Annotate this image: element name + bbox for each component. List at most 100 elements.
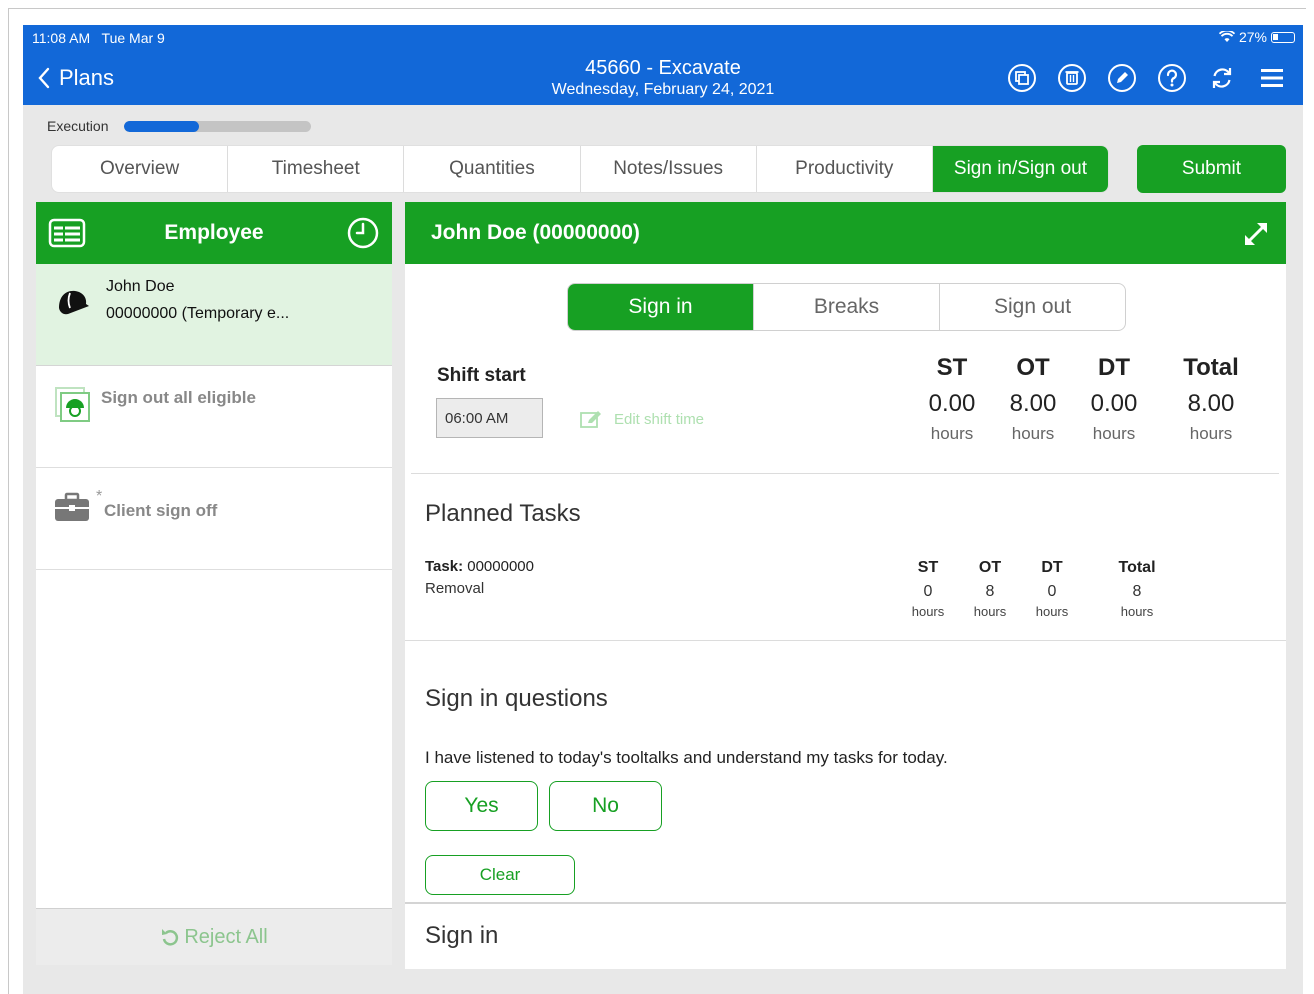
task-ot-label: OT [978, 559, 1002, 576]
task-dt-label: DT [1041, 559, 1063, 576]
hours-st-label: ST [936, 354, 968, 381]
tab-bar: Overview Timesheet Quantities Notes/Issu… [51, 145, 1109, 193]
expand-icon[interactable] [1240, 218, 1272, 250]
task-hours-dt: DT 0 hours [1022, 559, 1082, 619]
hours-dt: DT 0.00 hours [1084, 354, 1144, 444]
employee-panel-title: Employee [164, 221, 264, 244]
hours-st: ST 0.00 hours [922, 354, 982, 444]
battery-percent: 27% [1238, 29, 1267, 45]
clock-icon[interactable] [346, 216, 380, 250]
section-divider [405, 640, 1286, 641]
status-indicators: 27% [1218, 29, 1295, 45]
hard-hat-icon [59, 290, 89, 315]
task-dt-unit: hours [1035, 604, 1069, 619]
employee-panel-header: Employee [36, 202, 392, 264]
section-divider [411, 473, 1279, 474]
hours-st-unit: hours [930, 424, 974, 443]
date-text: Tue Mar 9 [101, 30, 165, 46]
task-st-value: 0 [923, 583, 933, 600]
sign-in-detail-panel: John Doe (00000000) Sign in Breaks Sign … [405, 202, 1286, 969]
task-total-value: 8 [1132, 583, 1142, 600]
employee-list-item[interactable]: John Doe 00000000 (Temporary e... [36, 264, 392, 366]
trash-icon[interactable] [1057, 63, 1087, 93]
segment-sign-in[interactable]: Sign in [568, 284, 754, 330]
task-description: Removal [425, 580, 485, 597]
task-label-key: Task: [425, 558, 464, 575]
tab-sign-in-sign-out[interactable]: Sign in/Sign out [932, 146, 1108, 192]
task-id: 00000000 [467, 558, 534, 575]
progress-fill [124, 121, 199, 132]
status-time: 11:08 AM Tue Mar 9 [32, 30, 165, 46]
hours-st-value: 0.00 [928, 390, 976, 417]
tab-notes-issues[interactable]: Notes/Issues [581, 146, 757, 192]
sign-out-all-label: Sign out all eligible [101, 388, 256, 407]
hours-ot-label: OT [1016, 354, 1050, 381]
segment-breaks[interactable]: Breaks [754, 284, 940, 330]
tab-quantities[interactable]: Quantities [404, 146, 581, 192]
hours-ot: OT 8.00 hours [1003, 354, 1063, 444]
task-label: Task: 00000000 [425, 558, 534, 575]
employee-id: 00000000 (Temporary e... [106, 305, 290, 322]
detail-employee-name: John Doe (00000000) [431, 221, 640, 244]
task-hours-st: ST 0 hours [898, 559, 958, 619]
sync-icon[interactable] [1207, 63, 1237, 93]
sign-in-questions-title: Sign in questions [425, 685, 608, 712]
hours-ot-value: 8.00 [1009, 390, 1057, 417]
edit-shift-label: Edit shift time [614, 410, 705, 428]
hours-ot-unit: hours [1011, 424, 1055, 443]
clear-button[interactable]: Clear [425, 855, 575, 895]
tab-timesheet[interactable]: Timesheet [228, 146, 405, 192]
hours-dt-value: 0.00 [1090, 390, 1138, 417]
employee-panel: Employee John Doe 00000000 (Temporary e.… [36, 202, 392, 965]
sign-out-all-eligible-button[interactable]: Sign out all eligible [36, 366, 392, 468]
task-st-unit: hours [911, 604, 945, 619]
employee-name: John Doe [106, 278, 175, 295]
hours-total-value: 8.00 [1187, 390, 1235, 417]
hours-total: Total 8.00 hours [1171, 354, 1251, 444]
task-ot-unit: hours [973, 604, 1007, 619]
menu-icon[interactable] [1257, 63, 1287, 93]
reject-all-label: Reject All [184, 925, 268, 948]
edit-shift-icon [580, 411, 601, 428]
tab-overview[interactable]: Overview [52, 146, 229, 192]
progress-bar [124, 121, 311, 132]
edit-pen-icon[interactable] [1107, 63, 1137, 93]
no-button[interactable]: No [549, 781, 662, 831]
sign-in-section: Sign in [405, 902, 1286, 969]
progress-label: Execution [47, 118, 109, 134]
required-marker: * [96, 488, 103, 505]
task-st-label: ST [917, 559, 939, 576]
app-screen: 11:08 AM Tue Mar 9 27% Plans 45660 - Exc… [23, 25, 1303, 994]
hours-total-unit: hours [1189, 424, 1233, 443]
detail-header: John Doe (00000000) [405, 202, 1286, 264]
client-sign-off-button[interactable]: * Client sign off [36, 468, 392, 570]
sign-in-section-title: Sign in [425, 922, 499, 949]
client-sign-off-label: Client sign off [104, 501, 218, 520]
clock-text: 11:08 AM [32, 30, 91, 46]
task-hours-total: Total 8 hours [1107, 559, 1167, 619]
tab-productivity[interactable]: Productivity [757, 146, 933, 192]
hours-dt-unit: hours [1092, 424, 1136, 443]
hours-total-label: Total [1183, 354, 1239, 381]
task-dt-value: 0 [1047, 583, 1057, 600]
copy-icon[interactable] [1007, 63, 1037, 93]
task-total-unit: hours [1120, 604, 1154, 619]
submit-button[interactable]: Submit [1137, 145, 1286, 193]
hours-dt-label: DT [1098, 354, 1130, 381]
wifi-icon [1218, 31, 1235, 42]
battery-icon [1271, 31, 1295, 43]
toolbar-icons [1007, 63, 1287, 93]
reject-all-button[interactable]: Reject All [36, 908, 392, 965]
task-ot-value: 8 [985, 583, 995, 600]
sign-segment-control: Sign in Breaks Sign out [567, 283, 1126, 331]
segment-sign-out[interactable]: Sign out [940, 284, 1125, 330]
sign-out-worker-icon [55, 387, 90, 422]
top-nav-bar: 11:08 AM Tue Mar 9 27% Plans 45660 - Exc… [23, 25, 1303, 105]
planned-tasks-title: Planned Tasks [425, 500, 581, 527]
undo-icon [162, 929, 179, 946]
shift-start-field[interactable]: 06:00 AM [436, 398, 543, 438]
edit-shift-time-button[interactable]: Edit shift time [580, 409, 704, 429]
help-icon[interactable] [1157, 63, 1187, 93]
yes-button[interactable]: Yes [425, 781, 538, 831]
question-text: I have listened to today's tooltalks and… [425, 748, 948, 767]
